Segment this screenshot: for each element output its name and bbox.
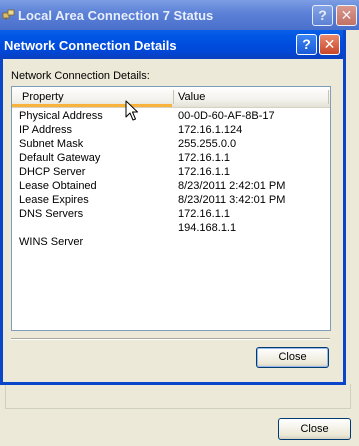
table-row[interactable]: IP Address 172.16.1.124 <box>12 124 330 138</box>
details-close-button[interactable]: Close <box>256 347 329 368</box>
table-row[interactable]: DHCP Server 172.16.1.1 <box>12 166 330 180</box>
row-value: 172.16.1.1 <box>178 152 230 164</box>
table-row[interactable]: Lease Expires 8/23/2011 3:42:01 PM <box>12 194 330 208</box>
row-property: Lease Expires <box>19 194 89 206</box>
status-groupbox <box>5 384 351 409</box>
row-value: 8/23/2011 2:42:01 PM <box>178 180 286 192</box>
details-dialog-titlebar[interactable]: Network Connection Details ? ✕ <box>0 30 343 59</box>
table-row[interactable]: Physical Address 00-0D-60-AF-8B-17 <box>12 110 330 124</box>
column-header-property[interactable]: Property <box>12 87 172 107</box>
listview-header: Property Value <box>12 87 330 108</box>
row-value: 172.16.1.1 <box>178 166 230 178</box>
row-value: 172.16.1.1 <box>178 208 230 220</box>
row-property: DNS Servers <box>19 208 84 220</box>
column-header-value[interactable]: Value <box>178 91 205 103</box>
row-property: Default Gateway <box>19 152 101 164</box>
table-row[interactable]: WINS Server <box>12 236 330 250</box>
row-property: Subnet Mask <box>19 138 84 150</box>
row-value: 255.255.0.0 <box>178 138 237 150</box>
details-dialog-title: Network Connection Details <box>4 38 177 53</box>
table-row[interactable]: Lease Obtained 8/23/2011 2:42:01 PM <box>12 180 330 194</box>
network-details-dialog: Network Connection Details ? ✕ Network C… <box>0 30 346 385</box>
details-help-button[interactable]: ? <box>296 34 317 55</box>
column-header-property-label: Property <box>22 91 64 103</box>
row-property: Lease Obtained <box>19 180 97 192</box>
column-divider[interactable] <box>173 90 174 104</box>
network-connection-icon <box>2 9 15 20</box>
row-property: DHCP Server <box>19 166 86 178</box>
table-row[interactable]: 194.168.1.1 <box>12 222 330 236</box>
dialog-separator <box>11 338 330 340</box>
listview-rows: Physical Address 00-0D-60-AF-8B-17 IP Addr… <box>12 110 330 250</box>
status-close-button[interactable]: Close <box>278 418 351 440</box>
status-window-title: Local Area Connection 7 Status <box>18 8 214 23</box>
dialog-frame-left <box>0 59 3 382</box>
status-help-button[interactable]: ? <box>312 5 333 26</box>
row-value: 172.16.1.124 <box>178 124 243 136</box>
details-label: Network Connection Details: <box>11 70 150 82</box>
table-row[interactable]: Subnet Mask 255.255.0.0 <box>12 138 330 152</box>
row-property: WINS Server <box>19 236 84 248</box>
column-divider-end[interactable] <box>328 90 329 104</box>
table-row[interactable]: Default Gateway 172.16.1.1 <box>12 152 330 166</box>
row-value: 8/23/2011 3:42:01 PM <box>178 194 286 206</box>
row-value: 194.168.1.1 <box>178 222 237 234</box>
status-close-title-button[interactable]: ✕ <box>336 5 357 26</box>
row-property: IP Address <box>19 124 72 136</box>
table-row[interactable]: DNS Servers 172.16.1.1 <box>12 208 330 222</box>
status-window-titlebar[interactable]: Local Area Connection 7 Status ? ✕ <box>0 0 359 30</box>
details-listview[interactable]: Property Value Physical Address 00-0D-60-… <box>11 86 331 331</box>
row-value: 00-0D-60-AF-8B-17 <box>178 110 275 122</box>
mouse-pointer-icon <box>125 100 138 121</box>
details-close-title-button[interactable]: ✕ <box>319 34 340 55</box>
row-property: Physical Address <box>19 110 103 122</box>
